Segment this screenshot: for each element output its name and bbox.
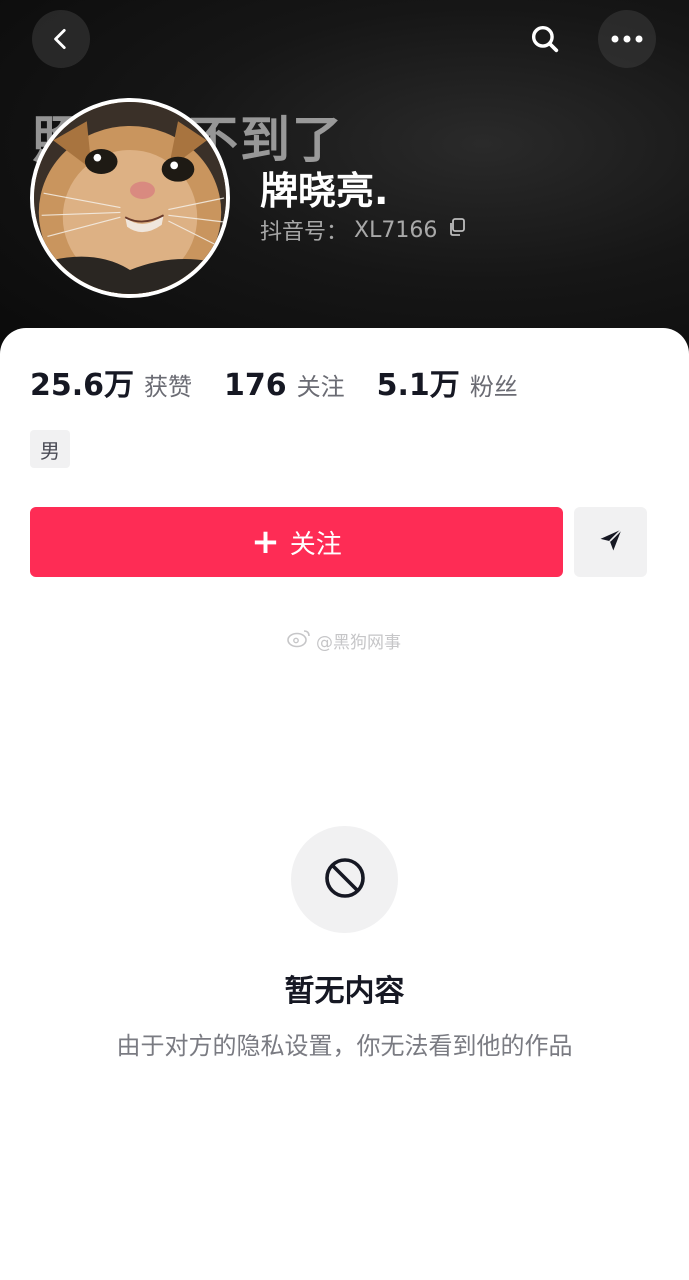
stat-followers[interactable]: 5.1万 粉丝 (377, 360, 518, 404)
profile-name: 牌晓亮. (260, 169, 389, 213)
search-icon (528, 22, 562, 56)
watermark-text: @黑狗网事 (316, 633, 401, 653)
empty-state-description: 由于对方的隐私设置，你无法看到他的作品 (116, 1032, 573, 1060)
search-button[interactable] (516, 10, 574, 68)
cat-avatar-image (34, 102, 226, 294)
block-icon (322, 855, 368, 905)
stat-followers-label: 粉丝 (469, 373, 518, 401)
send-message-button[interactable] (574, 507, 647, 577)
more-button[interactable] (598, 10, 656, 68)
douyin-id-value: XL7166 (354, 217, 438, 243)
stats-row: 25.6万 获赞 176 关注 5.1万 粉丝 (30, 360, 550, 404)
empty-state-title: 暂无内容 (284, 974, 405, 1009)
profile-card (0, 328, 689, 1280)
stat-following-value: 176 (224, 368, 287, 403)
plus-icon: + (251, 522, 280, 562)
send-icon (597, 526, 625, 558)
stat-likes-value: 25.6万 (30, 368, 135, 403)
more-horizontal-icon (610, 34, 644, 44)
follow-button[interactable]: + 关注 (30, 507, 563, 577)
avatar[interactable] (30, 98, 230, 298)
empty-state-icon-circle (291, 826, 398, 933)
copy-icon[interactable] (447, 217, 467, 243)
gender-tag: 男 (30, 430, 70, 468)
weibo-icon (286, 628, 312, 653)
stat-likes-label: 获赞 (144, 373, 193, 401)
stat-following[interactable]: 176 关注 (224, 367, 345, 403)
follow-label: 关注 (289, 529, 342, 560)
chevron-left-icon (48, 26, 74, 52)
stat-following-label: 关注 (296, 373, 345, 401)
douyin-id-label: 抖音号： (260, 220, 349, 245)
back-button[interactable] (32, 10, 90, 68)
watermark: @黑狗网事 (286, 628, 401, 653)
stat-followers-value: 5.1万 (376, 368, 460, 403)
stat-likes[interactable]: 25.6万 获赞 (30, 360, 192, 404)
douyin-id[interactable]: 抖音号： XL7166 (260, 214, 467, 246)
